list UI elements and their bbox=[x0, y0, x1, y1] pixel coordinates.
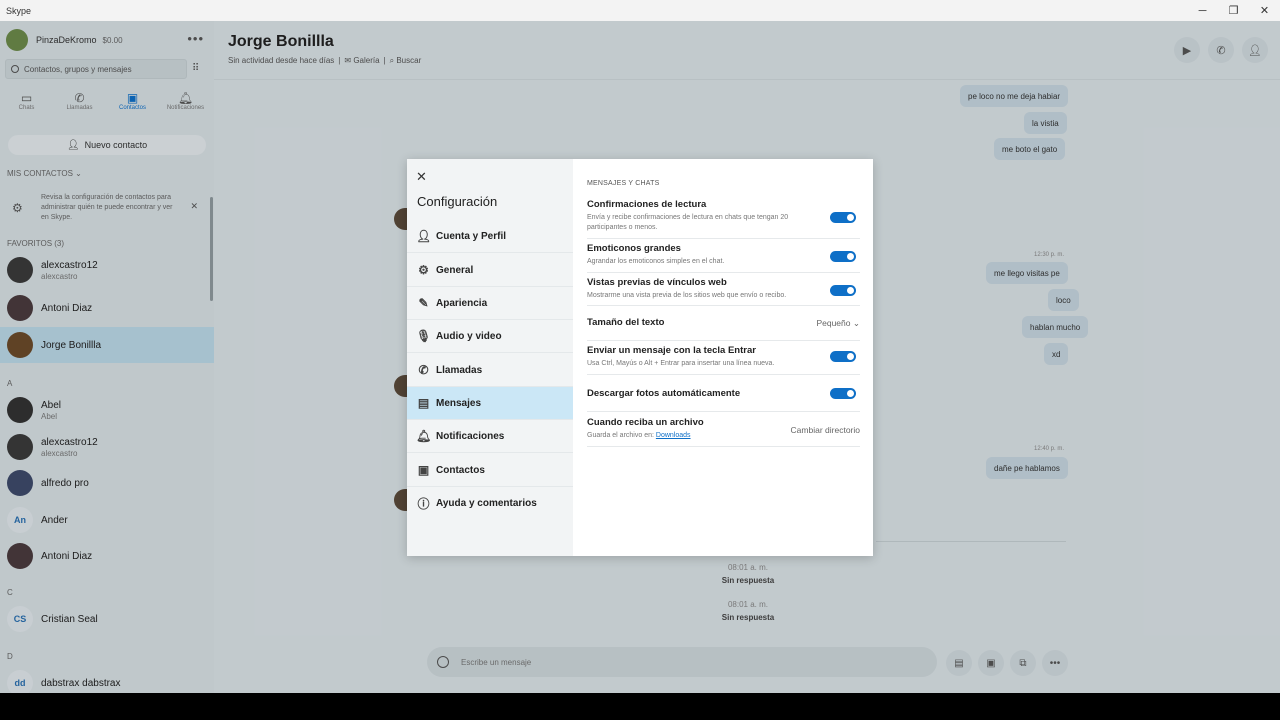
settings-content: MENSAJES Y CHATS Confirmaciones de lectu… bbox=[573, 159, 873, 556]
setting-file-receive: Cuando reciba un archivo Guarda el archi… bbox=[587, 417, 860, 447]
menu-label: General bbox=[436, 264, 474, 276]
wand-icon: ✎ bbox=[418, 296, 429, 310]
setting-title: Confirmaciones de lectura bbox=[587, 199, 707, 210]
close-window-button[interactable]: ✕ bbox=[1249, 0, 1280, 21]
menu-contacts[interactable]: ▣ Contactos bbox=[407, 454, 573, 487]
menu-label: Apariencia bbox=[436, 297, 488, 309]
setting-title: Enviar un mensaje con la tecla Entrar bbox=[587, 345, 756, 356]
setting-title: Descargar fotos automáticamente bbox=[587, 388, 741, 399]
setting-description: Mostrarme una vista previa de los sitios… bbox=[587, 292, 787, 299]
close-icon[interactable]: ✕ bbox=[416, 169, 427, 185]
text-size-dropdown[interactable]: Pequeño ⌄ bbox=[816, 318, 860, 329]
setting-description: Agrandar los emoticonos simples en el ch… bbox=[587, 258, 725, 265]
setting-title: Vistas previas de vínculos web bbox=[587, 277, 727, 288]
link-previews-toggle[interactable] bbox=[830, 285, 856, 296]
menu-label: Audio y video bbox=[436, 330, 502, 342]
menu-general[interactable]: ⚙ General bbox=[407, 254, 573, 287]
file-location-label: Guarda el archivo en: bbox=[587, 432, 654, 439]
message-icon: ▤ bbox=[417, 396, 430, 410]
contacts-icon: ▣ bbox=[417, 463, 430, 477]
enter-to-send-toggle[interactable] bbox=[830, 351, 856, 362]
menu-calls[interactable]: ✆ Llamadas bbox=[407, 354, 573, 387]
text-size-value: Pequeño bbox=[816, 318, 851, 328]
menu-label: Mensajes bbox=[436, 397, 482, 409]
title-bar: Skype ─ ❐ ✕ bbox=[0, 0, 1280, 21]
auto-download-toggle[interactable] bbox=[830, 388, 856, 399]
gear-icon: ⚙ bbox=[418, 263, 429, 277]
info-icon: ⓘ bbox=[417, 497, 430, 511]
skype-window: Skype ─ ❐ ✕ PinzaDeKromo $0.00 ••• Conta… bbox=[0, 0, 1280, 693]
menu-label: Ayuda y comentarios bbox=[436, 498, 537, 509]
large-emoticons-toggle[interactable] bbox=[830, 251, 856, 262]
setting-text-size: Tamaño del texto Pequeño ⌄ bbox=[587, 317, 860, 341]
menu-help-feedback[interactable]: ⓘ Ayuda y comentarios bbox=[407, 487, 573, 520]
menu-account-profile[interactable]: 👤︎ Cuenta y Perfil bbox=[407, 220, 573, 253]
menu-messages[interactable]: ▤ Mensajes bbox=[407, 387, 573, 420]
setting-description: Guarda el archivo en: Downloads bbox=[587, 431, 822, 441]
setting-large-emoticons: Emoticonos grandes Agrandar los emoticon… bbox=[587, 243, 860, 273]
setting-title: Emoticonos grandes bbox=[587, 243, 681, 254]
menu-label: Cuenta y Perfil bbox=[436, 230, 507, 242]
menu-label: Notificaciones bbox=[436, 430, 505, 442]
restore-button[interactable]: ❐ bbox=[1218, 0, 1249, 21]
chevron-down-icon: ⌄ bbox=[852, 318, 860, 328]
settings-title: Configuración bbox=[417, 194, 498, 209]
minimize-button[interactable]: ─ bbox=[1187, 0, 1218, 21]
section-header: MENSAJES Y CHATS bbox=[587, 180, 660, 187]
menu-appearance[interactable]: ✎ Apariencia bbox=[407, 287, 573, 320]
downloads-link[interactable]: Downloads bbox=[656, 432, 691, 439]
setting-description: Usa Ctrl, Mayús o Alt + Entrar para inse… bbox=[587, 360, 775, 367]
setting-read-receipts: Confirmaciones de lectura Envía y recibe… bbox=[587, 199, 860, 239]
person-icon: 👤︎ bbox=[416, 229, 432, 243]
menu-notifications[interactable]: 🔔︎ Notificaciones bbox=[407, 420, 573, 453]
setting-description: Envía y recibe confirmaciones de lectura… bbox=[587, 214, 789, 231]
change-directory-button[interactable]: Cambiar directorio bbox=[791, 425, 860, 435]
setting-enter-to-send: Enviar un mensaje con la tecla Entrar Us… bbox=[587, 345, 860, 375]
menu-label: Contactos bbox=[436, 464, 485, 476]
mic-icon: 🎙︎ bbox=[416, 329, 432, 343]
settings-menu: ✕ Configuración 👤︎ Cuenta y Perfil ⚙ Gener… bbox=[407, 159, 573, 556]
menu-label: Llamadas bbox=[436, 364, 483, 376]
settings-dialog: ✕ Configuración 👤︎ Cuenta y Perfil ⚙ Gener… bbox=[407, 159, 873, 556]
black-letterbox-bar bbox=[0, 693, 1280, 720]
phone-icon: ✆ bbox=[418, 363, 429, 377]
setting-auto-download-photos: Descargar fotos automáticamente bbox=[587, 388, 860, 412]
read-receipts-toggle[interactable] bbox=[830, 212, 856, 223]
window-title: Skype bbox=[6, 5, 32, 16]
bell-icon: 🔔︎ bbox=[416, 429, 432, 443]
menu-audio-video[interactable]: 🎙︎ Audio y video bbox=[407, 320, 573, 353]
setting-link-previews: Vistas previas de vínculos web Mostrarme… bbox=[587, 277, 860, 306]
